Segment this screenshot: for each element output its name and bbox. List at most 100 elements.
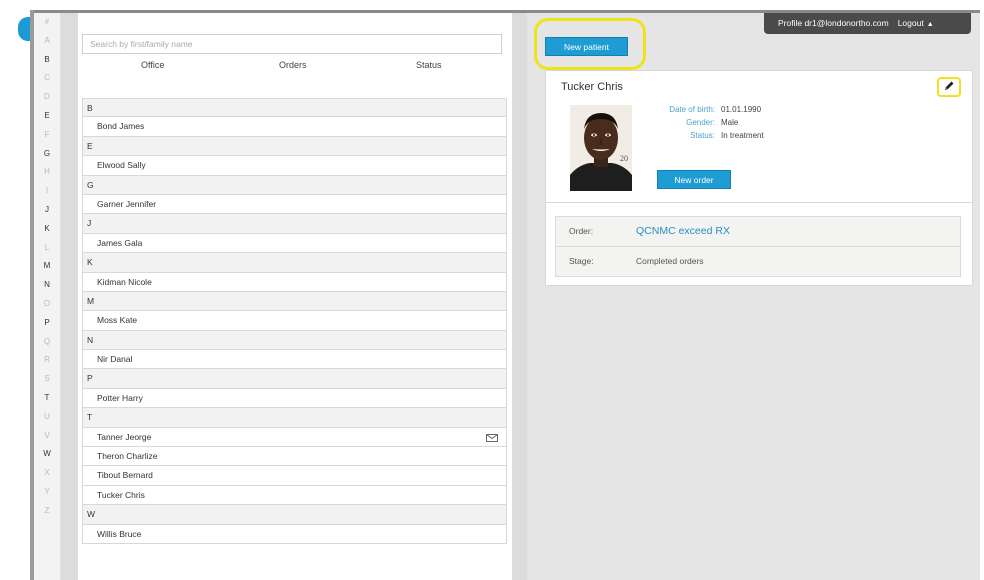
group-letter: W: [87, 509, 96, 520]
stage-label: Stage:: [569, 256, 594, 266]
alphabet-letter[interactable]: M: [34, 257, 60, 276]
alphabet-letter[interactable]: E: [34, 107, 60, 126]
chevron-up-icon: ▲: [926, 21, 934, 28]
patient-row[interactable]: Potter Harry: [82, 388, 507, 409]
alphabet-letter[interactable]: D: [34, 88, 60, 107]
pencil-icon[interactable]: [943, 80, 955, 92]
column-status[interactable]: Status: [416, 60, 442, 70]
group-letter: E: [87, 140, 93, 151]
new-patient-button[interactable]: New patient: [545, 37, 628, 56]
group-letter: T: [87, 412, 93, 423]
alphabet-letter[interactable]: F: [34, 126, 60, 145]
patient-row[interactable]: Theron Charlize: [82, 447, 507, 467]
letter-group-header: M: [82, 291, 507, 312]
alphabet-letter[interactable]: T: [34, 389, 60, 408]
patient-row[interactable]: James Gala: [82, 233, 507, 254]
search-input[interactable]: [82, 34, 502, 54]
column-orders[interactable]: Orders: [279, 60, 307, 70]
alphabet-letter[interactable]: L: [34, 239, 60, 258]
patient-name-label: Elwood Sally: [97, 160, 146, 171]
patient-name-label: Willis Bruce: [97, 528, 142, 539]
patient-row[interactable]: Kidman Nicole: [82, 272, 507, 292]
alphabet-letter[interactable]: O: [34, 295, 60, 314]
letter-group-header: G: [82, 175, 507, 195]
patient-row[interactable]: Tibout Bernard: [82, 466, 507, 486]
gender-value: Male: [721, 118, 739, 127]
patient-name-label: Garner Jennifer: [97, 198, 157, 209]
alphabet-letter[interactable]: Z: [34, 502, 60, 521]
patient-name-label: Tanner Jeorge: [97, 431, 152, 442]
dob-label: Date of birth:: [669, 105, 715, 114]
gender-label: Gender:: [686, 118, 715, 127]
patient-row[interactable]: Bond James: [82, 117, 507, 137]
dob-value: 01.01.1990: [721, 105, 762, 114]
stage-row: Stage: Completed orders: [556, 246, 960, 275]
alphabet-letter[interactable]: G: [34, 145, 60, 164]
profile-link[interactable]: Profile dr1@londonortho.com: [778, 18, 889, 28]
alphabet-letter[interactable]: X: [34, 464, 60, 483]
order-label: Order:: [569, 226, 594, 236]
group-letter: J: [87, 218, 92, 229]
alphabet-letter[interactable]: #: [34, 13, 60, 32]
alphabet-letter[interactable]: R: [34, 351, 60, 370]
group-letter: M: [87, 295, 95, 306]
panel-gap: [512, 13, 527, 580]
letter-group-header: T: [82, 408, 507, 428]
letter-group-header: P: [82, 369, 507, 389]
patient-name: Tucker Chris: [561, 81, 623, 93]
alphabet-letter[interactable]: B: [34, 51, 60, 70]
patient-photo: 20: [570, 105, 632, 191]
letter-group-header: N: [82, 330, 507, 351]
group-letter: B: [87, 103, 93, 113]
column-office[interactable]: Office: [141, 60, 164, 70]
patient-name-label: James Gala: [97, 237, 143, 248]
patient-row[interactable]: Tucker Chris: [82, 485, 507, 506]
alphabet-letter[interactable]: P: [34, 314, 60, 333]
mail-icon[interactable]: [486, 433, 498, 442]
logout-link[interactable]: Logout ▲: [898, 18, 934, 28]
patient-row[interactable]: Elwood Sally: [82, 156, 507, 176]
order-link[interactable]: QCNMC exceed RX: [636, 217, 730, 246]
alphabet-letter[interactable]: J: [34, 201, 60, 220]
patient-card: Tucker Chris 20 Date of birth: Gender: S…: [545, 70, 973, 286]
alphabet-letter[interactable]: U: [34, 408, 60, 427]
patient-name-label: Moss Kate: [97, 315, 138, 326]
letter-group-header: J: [82, 214, 507, 234]
alphabet-letter[interactable]: N: [34, 276, 60, 295]
patient-row[interactable]: Willis Bruce: [82, 524, 507, 544]
alphabet-letter[interactable]: A: [34, 32, 60, 51]
alphabet-letter[interactable]: W: [34, 445, 60, 464]
patient-row[interactable]: Garner Jennifer: [82, 194, 507, 215]
top-bar: Profile dr1@londonortho.com Logout ▲: [764, 13, 971, 34]
alphabet-letter[interactable]: H: [34, 163, 60, 182]
new-order-button[interactable]: New order: [657, 170, 731, 189]
group-letter: P: [87, 373, 93, 384]
alphabet-letter[interactable]: C: [34, 69, 60, 88]
order-summary: Order: QCNMC exceed RX Stage: Completed …: [555, 216, 961, 277]
alphabet-letter[interactable]: S: [34, 370, 60, 389]
patient-name-label: Tibout Bernard: [97, 470, 153, 481]
alphabet-letter[interactable]: V: [34, 427, 60, 446]
patient-row[interactable]: Moss Kate: [82, 311, 507, 331]
alphabet-letter[interactable]: K: [34, 220, 60, 239]
status-label: Status:: [690, 131, 715, 140]
letter-group-header: K: [82, 253, 507, 273]
alphabet-letter[interactable]: Y: [34, 483, 60, 502]
patient-row[interactable]: Tanner Jeorge: [82, 427, 507, 448]
panel-gap: [61, 13, 78, 580]
alphabet-letter[interactable]: I: [34, 182, 60, 201]
patient-info-values: 01.01.1990 Male In treatment: [721, 103, 764, 142]
card-divider: [546, 202, 972, 203]
group-letter: N: [87, 334, 94, 345]
stage-value: Completed orders: [636, 256, 704, 266]
group-letter: K: [87, 257, 93, 268]
letter-group-header: B: [82, 98, 507, 118]
letter-group-header: E: [82, 136, 507, 157]
alphabet-letter[interactable]: Q: [34, 333, 60, 352]
alphabet-index: # A B C D E F G H I J K L M N O P Q R S T U V W X Y Z: [34, 13, 61, 580]
patient-name-label: Nir Danal: [97, 354, 133, 365]
patient-name-label: Theron Charlize: [97, 451, 158, 462]
patient-row[interactable]: Nir Danal: [82, 350, 507, 370]
patient-name-label: Potter Harry: [97, 392, 143, 403]
logout-label: Logout: [897, 18, 924, 28]
